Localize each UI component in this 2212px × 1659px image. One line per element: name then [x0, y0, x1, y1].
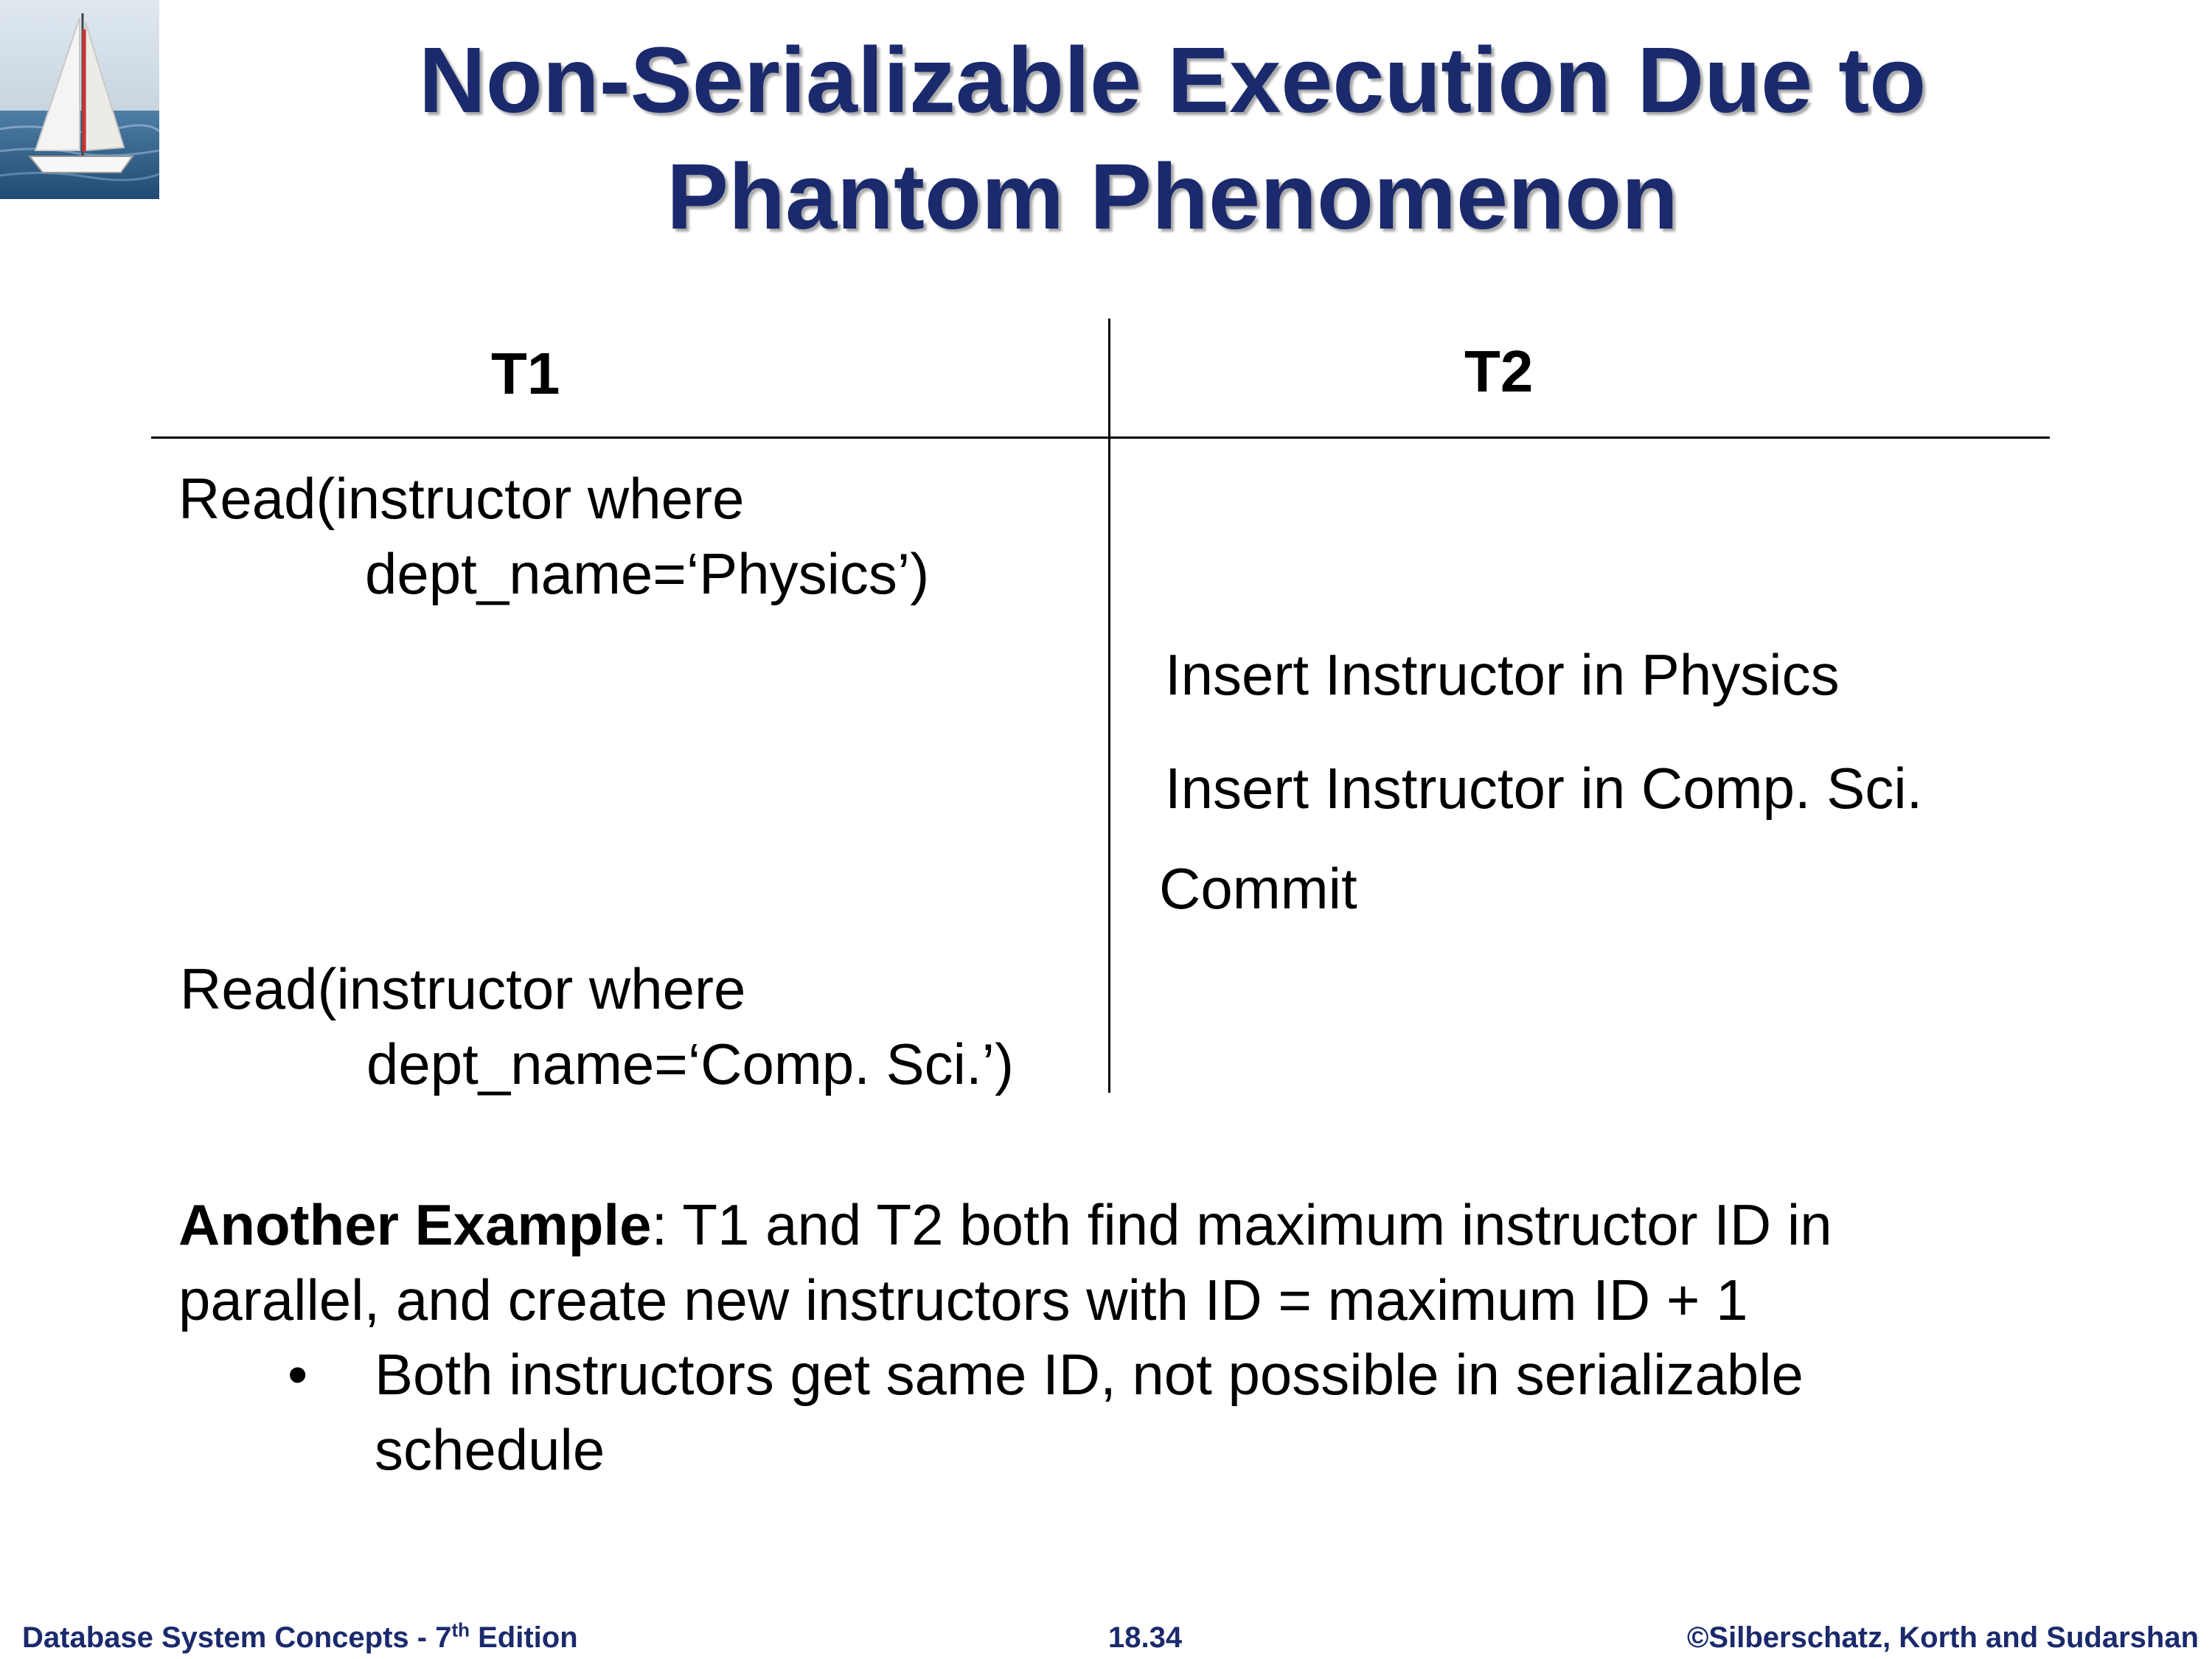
header-divider	[151, 437, 2050, 439]
footer-copyright: ©Silberschatz, Korth and Sudarshan	[1686, 1621, 2199, 1654]
title-line-1: Non-Serializable Execution Due to	[418, 28, 1927, 132]
t1-read-compsci-line-2: dept_name=‘Comp. Sci.’)	[366, 1032, 1014, 1096]
t2-insert-compsci: Insert Instructor in Comp. Sci.	[1165, 756, 1923, 821]
t1-read-physics: Read(instructor where dept_name=‘Physics…	[178, 461, 929, 611]
footer-page-number: 18.34	[1108, 1621, 1183, 1654]
header-t2: T2	[1464, 338, 1534, 404]
page-title: Non-Serializable Execution Due to Phanto…	[221, 22, 2124, 255]
footer-book-prefix: Database System Concepts - 7	[22, 1621, 452, 1654]
t1-read-physics-line-1: Read(instructor where	[178, 466, 745, 531]
title-line-2: Phantom Phenomenon	[666, 145, 1679, 248]
sailboat-icon	[0, 0, 159, 199]
footer-book-title: Database System Concepts - 7th Edition	[22, 1620, 578, 1655]
bullet-text: Both instructors get same ID, not possib…	[375, 1337, 1804, 1487]
footer-book-sup: th	[451, 1618, 470, 1641]
t2-insert-physics: Insert Instructor in Physics	[1165, 642, 1840, 707]
another-example-paragraph: Another Example: T1 and T2 both find max…	[178, 1187, 2110, 1338]
example-line-2: parallel, and create new instructors wit…	[178, 1267, 1748, 1332]
bullet-line-1: Both instructors get same ID, not possib…	[375, 1342, 1804, 1407]
footer-book-suffix: Edition	[470, 1621, 578, 1654]
t1-read-physics-line-2: dept_name=‘Physics’)	[365, 541, 930, 606]
t2-commit: Commit	[1159, 856, 1357, 921]
column-divider	[1108, 319, 1110, 1093]
header-t1: T1	[491, 341, 560, 406]
t1-read-compsci-line-1: Read(instructor where	[180, 956, 746, 1021]
t1-read-compsci: Read(instructor where dept_name=‘Comp. S…	[180, 951, 1014, 1102]
example-line-1-text: : T1 and T2 both find maximum instructor…	[651, 1192, 1832, 1257]
example-label: Another Example	[178, 1192, 652, 1257]
example-line-1: Another Example: T1 and T2 both find max…	[178, 1187, 2110, 1262]
bullet-line-2: schedule	[375, 1417, 605, 1482]
bullet-dot-icon: •	[288, 1342, 308, 1407]
